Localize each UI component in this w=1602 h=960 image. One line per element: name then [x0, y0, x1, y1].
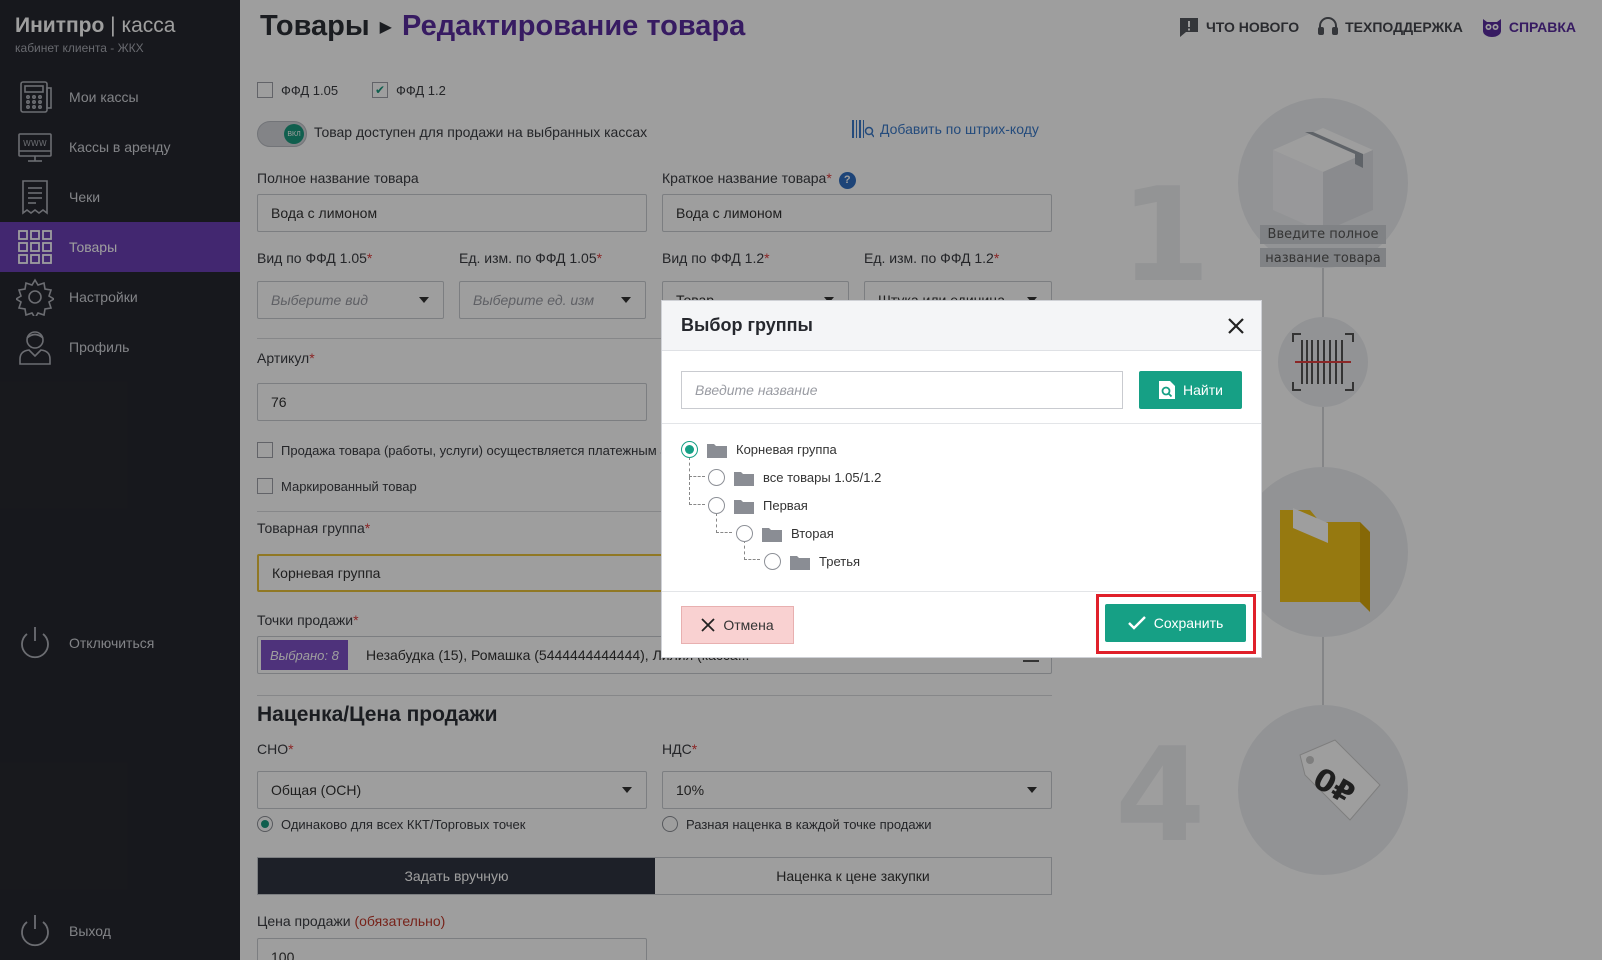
cancel-label: Отмена	[723, 617, 774, 633]
group-select-dialog: Выбор группы Введите название Найти Корн…	[661, 300, 1262, 658]
folder-icon	[762, 527, 782, 542]
close-icon	[701, 618, 716, 632]
save-button[interactable]: Сохранить	[1105, 604, 1246, 642]
group-search-input[interactable]: Введите название	[681, 371, 1123, 409]
tree-node-first[interactable]: Первая	[708, 497, 808, 514]
find-button[interactable]: Найти	[1139, 371, 1242, 409]
save-label: Сохранить	[1153, 615, 1224, 631]
tree-node-third[interactable]: Третья	[764, 553, 860, 570]
dialog-title: Выбор группы	[681, 315, 813, 335]
tree-node-second[interactable]: Вторая	[736, 525, 834, 542]
find-label: Найти	[1183, 382, 1223, 398]
search-doc-icon	[1159, 381, 1176, 399]
tree-connector	[689, 457, 705, 477]
tree-node-label: Вторая	[791, 526, 834, 541]
tree-node-label: Корневая группа	[736, 442, 837, 457]
radio-dot[interactable]	[708, 469, 725, 486]
dialog-header: Выбор группы	[662, 301, 1261, 351]
tree-connector	[716, 513, 732, 533]
cancel-button[interactable]: Отмена	[681, 606, 794, 644]
divider	[662, 591, 1261, 592]
divider	[662, 423, 1261, 424]
tree-connector	[744, 540, 760, 560]
tree-node-label: Третья	[819, 554, 861, 569]
tree-node-root[interactable]: Корневая группа	[681, 441, 837, 458]
radio-dot[interactable]	[681, 441, 698, 458]
tree-node-label: Первая	[763, 498, 808, 513]
radio-dot[interactable]	[708, 497, 725, 514]
tree-node-label: все товары 1.05/1.2	[763, 470, 882, 485]
folder-icon	[734, 499, 754, 514]
folder-icon	[734, 471, 754, 486]
folder-icon	[707, 443, 727, 458]
radio-dot[interactable]	[736, 525, 753, 542]
radio-dot[interactable]	[764, 553, 781, 570]
tree-connector	[689, 477, 705, 505]
close-icon[interactable]	[1225, 315, 1247, 337]
folder-icon	[790, 555, 810, 570]
tree-node-all-products[interactable]: все товары 1.05/1.2	[708, 469, 881, 486]
check-icon	[1127, 616, 1146, 630]
